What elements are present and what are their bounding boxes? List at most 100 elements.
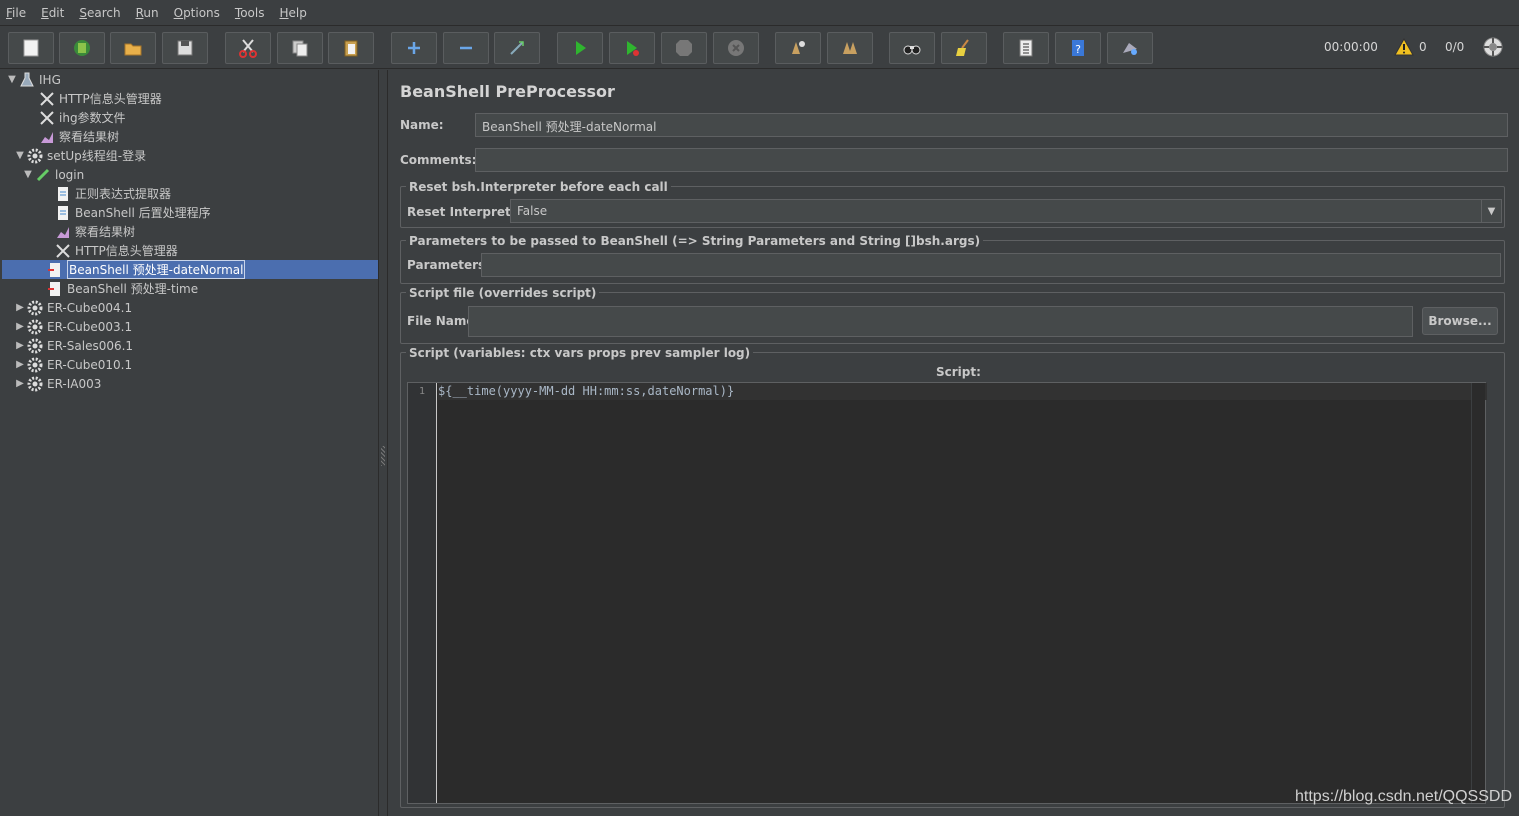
wand-icon (510, 41, 524, 55)
paste-icon (344, 40, 358, 57)
comments-field[interactable] (475, 148, 1508, 172)
toolbar: ? 00:00:00 0 0/0 (0, 27, 1519, 69)
parameters-field[interactable] (481, 253, 1501, 277)
tree-node[interactable]: ▶ ER-IA003 (14, 374, 101, 393)
stop-icon (676, 40, 692, 56)
tree-node[interactable]: ▼ setUp线程组-登录 (14, 146, 146, 165)
tree-node[interactable]: 察看结果树 (26, 127, 119, 146)
reset-search-button[interactable] (941, 32, 987, 64)
warning-icon (1394, 38, 1414, 56)
status-globe-icon[interactable] (1482, 36, 1504, 58)
tree-node[interactable]: 察看结果树 (42, 222, 135, 241)
gear-icon (26, 375, 44, 393)
tree-node[interactable]: HTTP信息头管理器 (26, 89, 162, 108)
tree-node[interactable]: BeanShell 预处理-dateNormal (34, 260, 246, 279)
menu-tools[interactable]: Tools (233, 6, 267, 20)
menu-run[interactable]: Run (134, 6, 161, 20)
start-no-pause-button[interactable] (609, 32, 655, 64)
collapsed-toggle-icon[interactable]: ▶ (14, 378, 26, 389)
templates-button[interactable] (59, 32, 105, 64)
flask-icon (18, 71, 36, 89)
collapsed-toggle-icon[interactable]: ▶ (14, 302, 26, 313)
editor-scrollbar[interactable] (1471, 383, 1485, 803)
browse-button[interactable]: Browse... (1422, 307, 1498, 335)
broom-icon (956, 39, 969, 56)
paste-button[interactable] (328, 32, 374, 64)
templates-icon (74, 40, 90, 56)
shutdown-button[interactable] (713, 32, 759, 64)
expanded-toggle-icon[interactable]: ▼ (22, 169, 34, 180)
split-pane-divider[interactable] (379, 70, 388, 816)
line-number-gutter: 1 (408, 383, 437, 803)
toggle-button[interactable] (494, 32, 540, 64)
search-button[interactable] (889, 32, 935, 64)
chevron-down-icon[interactable]: ▼ (1481, 199, 1501, 223)
reset-interpreter-value: False (517, 204, 548, 218)
tree-node-label: BeanShell 预处理-dateNormal (67, 260, 246, 279)
list-icon (1019, 39, 1033, 57)
tree-node-label: setUp线程组-登录 (47, 149, 147, 163)
pipette-icon (34, 166, 52, 184)
tree-node[interactable]: ▶ ER-Cube010.1 (14, 355, 132, 374)
panel-title: BeanShell PreProcessor (400, 82, 615, 101)
collapsed-toggle-icon[interactable]: ▶ (14, 340, 26, 351)
collapsed-toggle-icon[interactable]: ▶ (14, 321, 26, 332)
help-button[interactable]: ? (1055, 32, 1101, 64)
tree-node-label: BeanShell 后置处理程序 (75, 206, 211, 220)
new-button[interactable] (8, 32, 54, 64)
clear-button[interactable] (775, 32, 821, 64)
expand-button[interactable] (391, 32, 437, 64)
tree-node-label: 察看结果树 (59, 130, 120, 144)
tree-node[interactable]: ihg参数文件 (26, 108, 126, 127)
divider-grip[interactable] (381, 446, 385, 466)
open-button[interactable] (110, 32, 156, 64)
menu-file[interactable]: File (4, 6, 28, 20)
menu-search[interactable]: Search (77, 6, 122, 20)
help-icon: ? (1072, 40, 1084, 56)
menu-help[interactable]: Help (278, 6, 309, 20)
save-button[interactable] (162, 32, 208, 64)
watermark: https://blog.csdn.net/QQSSDD (1295, 788, 1512, 805)
collapse-button[interactable] (443, 32, 489, 64)
expanded-toggle-icon[interactable]: ▼ (6, 74, 18, 85)
tree-node[interactable]: BeanShell 预处理-time (34, 279, 198, 298)
menu-options[interactable]: Options (172, 6, 222, 20)
expanded-toggle-icon[interactable]: ▼ (14, 150, 26, 161)
plus-icon (408, 42, 420, 54)
start-button[interactable] (557, 32, 603, 64)
remote-button[interactable] (1107, 32, 1153, 64)
tree-node-label: 正则表达式提取器 (75, 187, 172, 201)
warning-count: 0 (1419, 40, 1427, 54)
open-folder-icon (124, 43, 142, 56)
tree-node[interactable]: ▼ login (22, 165, 84, 184)
tree-node[interactable]: ▼ IHG (6, 70, 61, 89)
clear-all-button[interactable] (827, 32, 873, 64)
menu-edit[interactable]: Edit (39, 6, 66, 20)
tools-icon (38, 109, 56, 127)
tree-node-label: ihg参数文件 (59, 111, 126, 125)
stop-button[interactable] (661, 32, 707, 64)
function-helper-button[interactable] (1003, 32, 1049, 64)
play-no-timer-icon (627, 41, 639, 56)
document-icon (54, 204, 72, 222)
reset-interpreter-select[interactable]: False (510, 199, 1502, 223)
file-name-field[interactable] (468, 306, 1413, 337)
parameters-label: Parameters: (407, 258, 490, 272)
name-field[interactable]: BeanShell 预处理-dateNormal (475, 113, 1508, 137)
tree-node[interactable]: ▶ ER-Cube003.1 (14, 317, 132, 336)
tree-node-label: BeanShell 预处理-time (67, 282, 199, 296)
binoculars-icon (903, 45, 921, 55)
tree-node[interactable]: 正则表达式提取器 (42, 184, 171, 203)
copy-icon (292, 40, 308, 57)
tree-node-label: ER-Cube003.1 (47, 319, 133, 334)
tree-node[interactable]: HTTP信息头管理器 (42, 241, 178, 260)
script-editor[interactable]: 1 ${__time(yyyy-MM-dd HH:mm:ss,dateNorma… (407, 382, 1487, 804)
script-code[interactable]: ${__time(yyyy-MM-dd HH:mm:ss,dateNormal)… (438, 384, 734, 398)
collapsed-toggle-icon[interactable]: ▶ (14, 359, 26, 370)
tree-node[interactable]: ▶ ER-Sales006.1 (14, 336, 133, 355)
tree-node[interactable]: BeanShell 后置处理程序 (42, 203, 211, 222)
tree-node[interactable]: ▶ ER-Cube004.1 (14, 298, 132, 317)
copy-button[interactable] (277, 32, 323, 64)
cut-button[interactable] (225, 32, 271, 64)
preprocessor-icon (46, 261, 64, 279)
